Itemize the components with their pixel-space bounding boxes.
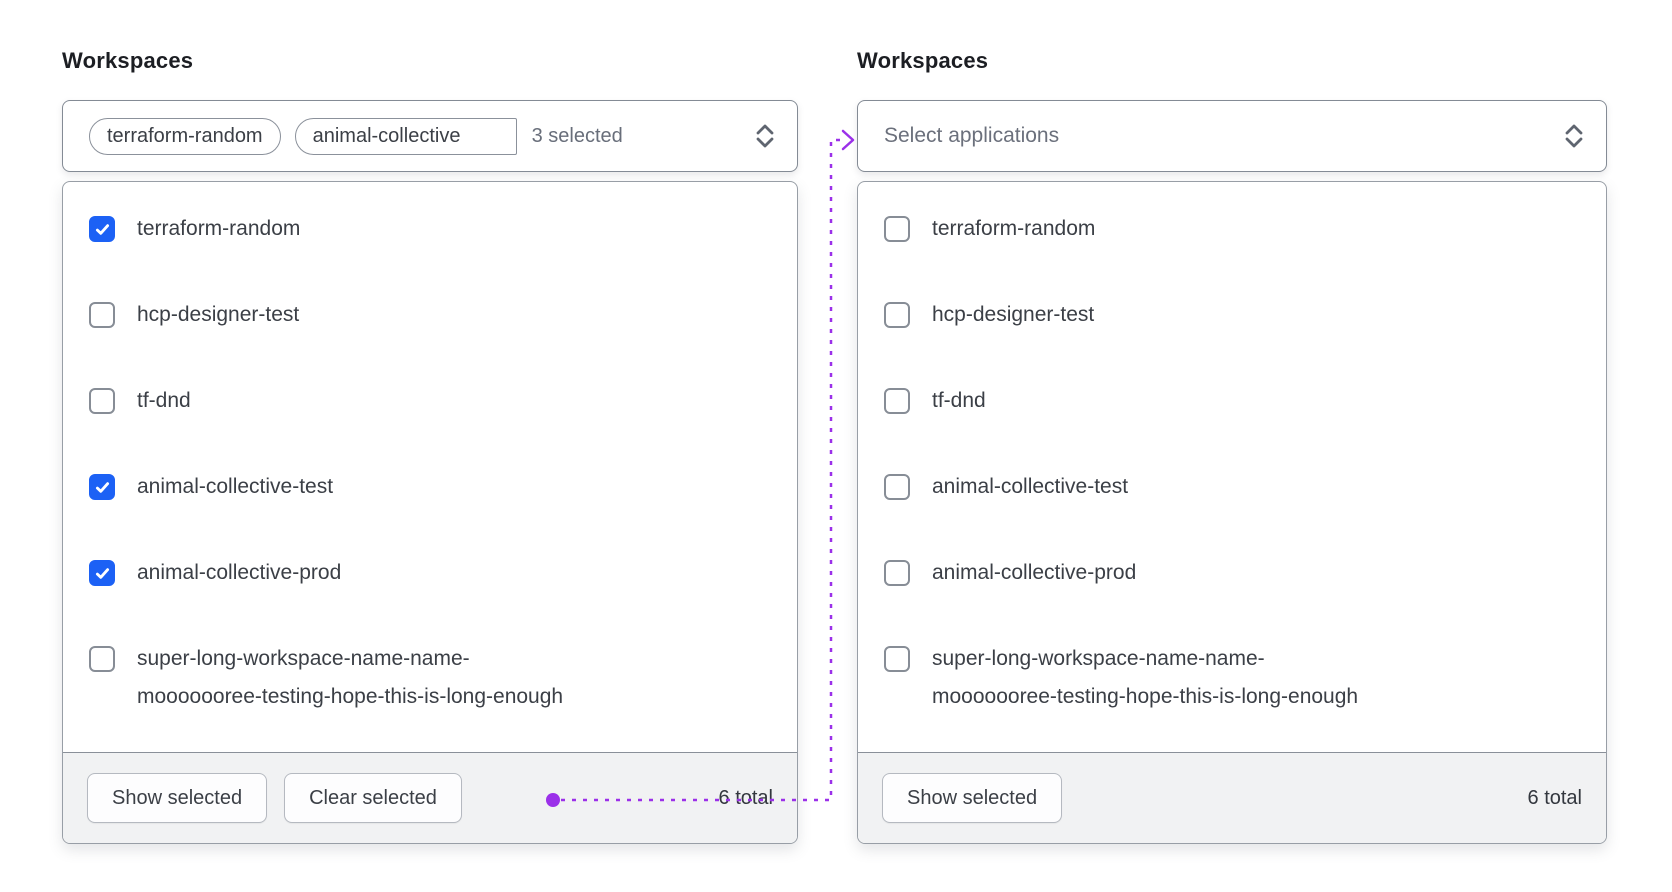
right-dropdown-listbox: terraform-random hcp-designer-test tf-dn… [857,181,1607,844]
option-label: super-long-workspace-name-name- moooooor… [137,647,564,708]
caret-updown-icon [1565,124,1583,148]
total-count: 6 total [718,786,773,809]
left-dropdown-footer: Show selected Clear selected 6 total [63,752,797,843]
option-checkbox[interactable] [89,302,115,328]
option-label: animal-collective-test [932,475,1129,498]
option-row[interactable]: animal-collective-prod [63,530,797,616]
option-label: animal-collective-prod [932,561,1137,584]
check-icon [95,223,109,235]
option-checkbox[interactable] [884,560,910,586]
show-selected-button[interactable]: Show selected [87,773,268,823]
show-selected-button[interactable]: Show selected [882,773,1063,823]
option-row[interactable]: tf-dnd [63,358,797,444]
option-checkbox[interactable] [884,216,910,242]
select-placeholder: Select applications [884,124,1060,147]
option-row[interactable]: terraform-random [63,186,797,272]
selected-tag: terraform-random [89,117,281,155]
option-checkbox[interactable] [884,388,910,414]
option-row[interactable]: super-long-workspace-name-name- moooooor… [63,616,797,740]
option-checkbox[interactable] [89,474,115,500]
option-row[interactable]: animal-collective-test [63,444,797,530]
selected-count: 3 selected [531,124,623,147]
option-checkbox[interactable] [884,646,910,672]
option-label: terraform-random [137,217,301,240]
left-field-label: Workspaces [62,48,194,73]
check-icon [95,481,109,493]
right-select-trigger[interactable]: Select applications [857,100,1607,172]
option-label: tf-dnd [137,389,191,412]
option-checkbox[interactable] [884,474,910,500]
option-row[interactable]: animal-collective-test [858,444,1606,530]
option-label: animal-collective-prod [137,561,342,584]
selected-tag-truncated: animal-collective [294,117,517,155]
option-label: hcp-designer-test [932,303,1095,326]
left-select-trigger[interactable]: terraform-random animal-collective 3 sel… [62,100,798,172]
option-label: terraform-random [932,217,1096,240]
option-checkbox[interactable] [89,646,115,672]
option-checkbox[interactable] [884,302,910,328]
left-option-list: terraform-random hcp-designer-test tf-dn… [63,182,797,752]
option-label: tf-dnd [932,389,986,412]
option-row[interactable]: tf-dnd [858,358,1606,444]
option-row[interactable]: hcp-designer-test [63,272,797,358]
option-label: super-long-workspace-name-name- moooooor… [932,647,1359,708]
clear-selected-button[interactable]: Clear selected [284,773,462,823]
left-dropdown-listbox: terraform-random hcp-designer-test tf-dn… [62,181,798,844]
workspaces-multiselect-right: Workspaces Select applications terraform… [857,48,1607,844]
option-row[interactable]: terraform-random [858,186,1606,272]
caret-updown-icon [756,124,774,148]
option-checkbox[interactable] [89,388,115,414]
total-count: 6 total [1527,786,1582,809]
option-row[interactable]: super-long-workspace-name-name- moooooor… [858,616,1606,740]
workspaces-multiselect-left: Workspaces terraform-random animal-colle… [62,48,798,844]
right-option-list: terraform-random hcp-designer-test tf-dn… [858,182,1606,752]
check-icon [95,567,109,579]
option-row[interactable]: hcp-designer-test [858,272,1606,358]
option-label: animal-collective-test [137,475,334,498]
option-label: hcp-designer-test [137,303,300,326]
right-dropdown-footer: Show selected 6 total [858,752,1606,843]
selected-tag-truncated-label: animal-collective [312,124,461,147]
annotation-arrowhead [841,129,855,151]
right-field-label: Workspaces [857,48,989,73]
option-checkbox[interactable] [89,560,115,586]
option-checkbox[interactable] [89,216,115,242]
option-row[interactable]: animal-collective-prod [858,530,1606,616]
